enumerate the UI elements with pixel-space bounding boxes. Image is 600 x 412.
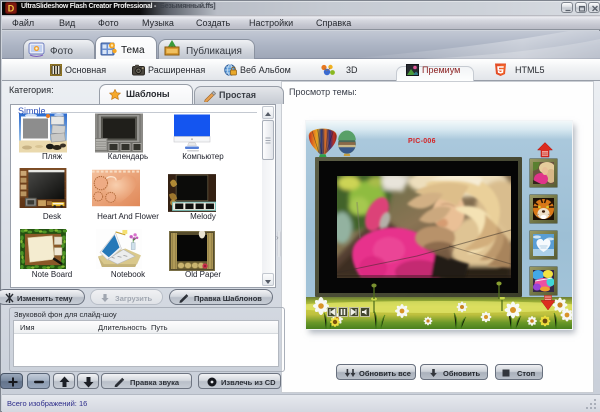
- svg-text:D: D: [8, 4, 15, 14]
